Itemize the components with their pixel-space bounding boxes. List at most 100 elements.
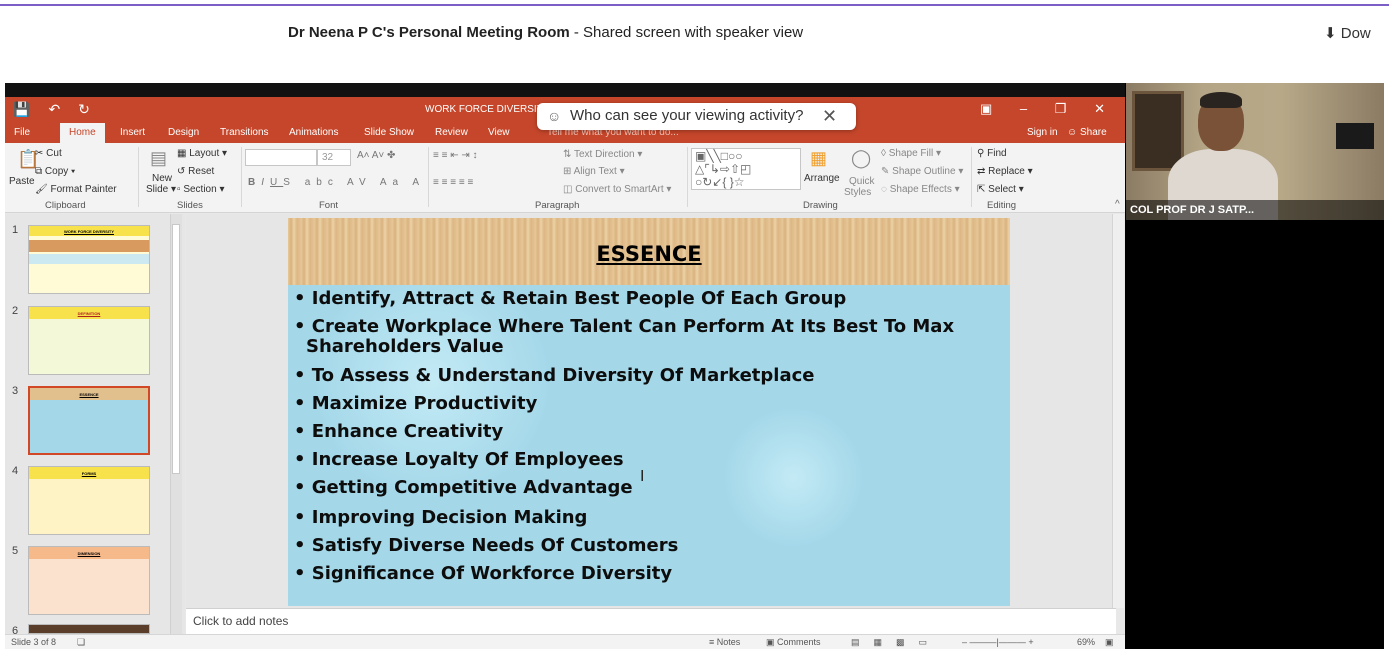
scissors-icon: ✂ (35, 148, 44, 159)
list-buttons[interactable]: ≡ ≡ ⇤ ⇥ ↕ (433, 150, 478, 161)
tab-slide-show[interactable]: Slide Show (364, 127, 414, 138)
tab-view[interactable]: View (488, 127, 510, 138)
quick-styles-button[interactable]: Quick (849, 176, 875, 187)
status-bar: Slide 3 of 8 ❏ ≡ Notes ▣ Comments ▤▦▩▭ –… (5, 634, 1125, 649)
speaker-name-label: COL PROF DR J SATP... (1126, 200, 1384, 220)
slide-thumbnail-1[interactable]: WORK FORCE DIVERSITY (28, 225, 150, 294)
brush-icon: 🖌 (35, 184, 48, 195)
ribbon: 📋 Paste ✂ Cut ⧉ Copy ▾ 🖌 Format Painter … (5, 143, 1125, 213)
ribbon-separator (138, 147, 139, 207)
redo-icon[interactable]: ↻ (78, 101, 108, 117)
tab-design[interactable]: Design (168, 127, 199, 138)
share-button[interactable]: ☺ Share (1067, 127, 1107, 138)
sign-in-link[interactable]: Sign in (1027, 127, 1058, 138)
effects-icon: ◌ (881, 184, 887, 195)
minimize-icon[interactable]: – (1020, 101, 1027, 116)
fit-to-window-icon[interactable]: ▣ (1105, 637, 1114, 648)
text-direction-button[interactable]: ⇅ Text Direction ▾ (563, 149, 642, 160)
zoom-level[interactable]: 69% (1077, 637, 1095, 647)
select-button[interactable]: ⇱ Select ▾ (977, 184, 1024, 195)
layout-icon: ▦ (177, 148, 187, 159)
bullet-item: • Create Workplace Where Talent Can Perf… (294, 316, 955, 337)
slide-thumbnail-4[interactable]: FORMS (28, 466, 150, 535)
smartart-icon: ◫ (563, 184, 573, 195)
ribbon-separator (241, 147, 242, 207)
format-painter-button[interactable]: 🖌 Format Painter (35, 184, 117, 195)
slide-title: ESSENCE (596, 242, 702, 266)
bullet-item-continuation: Shareholders Value (306, 336, 504, 357)
tab-home[interactable]: Home (60, 123, 105, 143)
ribbon-display-icon[interactable]: ▣ (980, 101, 992, 116)
close-icon[interactable]: ✕ (822, 106, 837, 127)
section-button[interactable]: ▫ Section ▾ (177, 184, 225, 195)
restore-icon[interactable]: ❐ (1055, 101, 1067, 116)
close-window-icon[interactable]: ✕ (1094, 101, 1105, 116)
tab-insert[interactable]: Insert (120, 127, 145, 138)
font-name-input[interactable] (245, 149, 317, 166)
cut-button[interactable]: ✂ Cut (35, 148, 62, 159)
bullet-item: • Significance Of Workforce Diversity (294, 563, 673, 584)
font-format-buttons[interactable]: BIUS abc AV Aa A (248, 177, 425, 188)
quick-access-toolbar[interactable]: 💾↶↻ (13, 101, 108, 118)
shape-effects-button[interactable]: ◌ Shape Effects ▾ (881, 184, 960, 195)
slide-thumbnail-5[interactable]: DIMENSION (28, 546, 150, 615)
thumbnails-scroll-thumb[interactable] (172, 224, 180, 474)
convert-smartart-button[interactable]: ◫ Convert to SmartArt ▾ (563, 184, 671, 195)
viewing-activity-popup[interactable]: ☺ Who can see your viewing activity? ✕ (537, 103, 856, 130)
speaker-video[interactable]: COL PROF DR J SATP... (1126, 83, 1384, 220)
bullet-item: • Getting Competitive Advantage (294, 477, 633, 498)
popup-text[interactable]: Who can see your viewing activity? (570, 107, 803, 124)
slide-scrollbar[interactable] (1112, 214, 1124, 608)
new-slide-button[interactable]: New (152, 173, 172, 184)
paste-button[interactable]: Paste (9, 176, 35, 187)
tab-animations[interactable]: Animations (289, 127, 338, 138)
font-size-input[interactable]: 32 (317, 149, 351, 166)
shape-fill-button[interactable]: ◊ Shape Fill ▾ (881, 148, 941, 159)
section-icon: ▫ (177, 184, 181, 195)
new-slide-icon[interactable]: ▤ (150, 148, 167, 169)
copy-icon: ⧉ (35, 166, 43, 177)
person-icon: ☺ (1067, 127, 1078, 138)
arrange-icon[interactable]: ▦ (810, 148, 827, 169)
slide-thumbnail-3[interactable]: ESSENCE (28, 386, 150, 455)
slide-thumbnails-pane: 1 WORK FORCE DIVERSITY 2 DEFINITION 3 ES… (5, 214, 185, 637)
view-buttons[interactable]: ▤▦▩▭ (851, 637, 941, 648)
quick-styles-icon[interactable]: ◯ (851, 148, 871, 169)
shape-outline-button[interactable]: ✎ Shape Outline ▾ (881, 166, 963, 177)
download-link[interactable]: ⬇ Dow (1324, 24, 1371, 42)
ribbon-separator (428, 147, 429, 207)
spellcheck-icon[interactable]: ❏ (77, 637, 85, 648)
align-buttons[interactable]: ≡ ≡ ≡ ≡ ≡ (433, 177, 473, 188)
find-button[interactable]: ⚲ Find (977, 148, 1007, 159)
notes-icon: ≡ (709, 637, 715, 647)
ribbon-separator (971, 147, 972, 207)
collapse-ribbon-icon[interactable]: ^ (1115, 199, 1120, 210)
replace-button[interactable]: ⇄ Replace ▾ (977, 166, 1033, 177)
reset-button[interactable]: ↺ Reset (177, 166, 214, 177)
arrange-button[interactable]: Arrange (804, 173, 840, 184)
slide-thumbnail-2[interactable]: DEFINITION (28, 306, 150, 375)
layout-button[interactable]: ▦ Layout ▾ (177, 148, 227, 159)
tab-file[interactable]: File (14, 127, 30, 138)
paint-bucket-icon: ◊ (881, 148, 886, 159)
group-paragraph: Paragraph (535, 200, 580, 211)
comments-button[interactable]: ▣ Comments (766, 637, 821, 648)
tab-transitions[interactable]: Transitions (220, 127, 269, 138)
copy-button[interactable]: ⧉ Copy ▾ (35, 166, 75, 177)
align-text-button[interactable]: ⊞ Align Text ▾ (563, 166, 625, 177)
slide-counter: Slide 3 of 8 (11, 637, 57, 647)
zoom-slider[interactable]: – ———|——— + (962, 637, 1034, 647)
notes-pane[interactable]: Click to add notes (186, 608, 1116, 634)
font-grow-shrink[interactable]: A˄ A˅ ✤ (357, 150, 395, 161)
save-icon[interactable]: 💾 (13, 101, 48, 117)
shapes-gallery[interactable]: ▣╲╲□○○ △⌜↳⇨⇧◰ ○↻↙{ }☆ (691, 148, 801, 190)
tab-review[interactable]: Review (435, 127, 468, 138)
bullet-item: • Maximize Productivity (294, 393, 538, 414)
undo-icon[interactable]: ↶ (48, 101, 78, 117)
slide-thumbnail-6[interactable] (28, 624, 150, 634)
ribbon-separator (687, 147, 688, 207)
notes-button[interactable]: ≡ Notes (709, 637, 740, 647)
window-controls[interactable]: ▣ – ❐ ✕ (980, 101, 1105, 117)
current-slide[interactable]: ESSENCE • Identify, Attract & Retain Bes… (288, 218, 1010, 606)
powerpoint-window: 💾↶↻ WORK FORCE DIVERSITY - ▣ – ❐ ✕ File … (5, 83, 1125, 649)
